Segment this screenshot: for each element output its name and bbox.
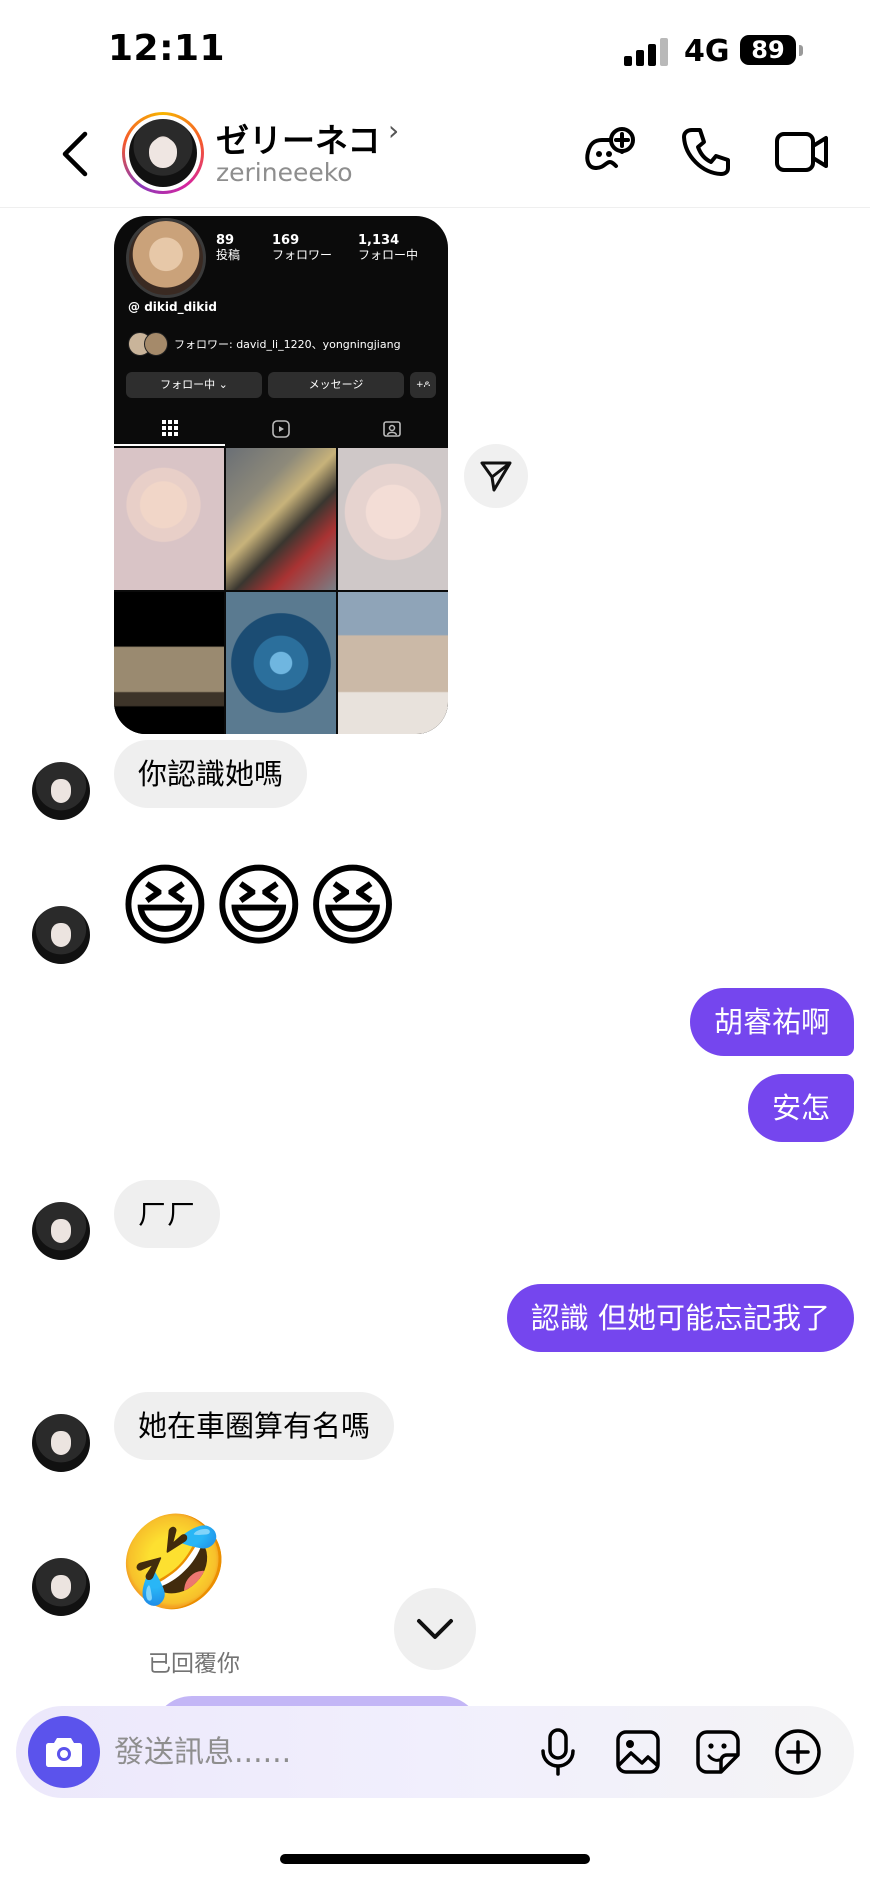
- signal-icon: [624, 36, 672, 66]
- home-indicator[interactable]: [280, 1854, 590, 1864]
- post-add-user-button: +ዶ: [410, 372, 436, 398]
- photo-tile: [338, 448, 448, 590]
- message-input[interactable]: [114, 1728, 494, 1776]
- send-icon: [480, 461, 512, 492]
- post-followers-line: フォロワー: david_li_1220、yongningjiang: [128, 332, 401, 356]
- post-handle: @ dikid_dikid: [128, 300, 217, 314]
- grid-icon: [114, 412, 226, 446]
- photo-tile: [114, 592, 224, 734]
- image-icon: [616, 1730, 660, 1774]
- battery-tip: [799, 45, 803, 56]
- emoji-message[interactable]: 😆😆😆: [118, 852, 399, 962]
- contact-name[interactable]: ゼリーネコ: [216, 114, 380, 162]
- chat-header: ゼリーネコ › zerineeeko: [0, 100, 870, 208]
- avatar: [129, 119, 197, 187]
- sticker-icon: [696, 1730, 740, 1774]
- avatar[interactable]: [32, 906, 90, 964]
- contact-avatar[interactable]: [122, 112, 204, 194]
- avatar[interactable]: [32, 1414, 90, 1472]
- video-camera-icon: [775, 132, 828, 172]
- post-stat-posts: 89 投稿: [216, 233, 241, 263]
- post-follow-button: フォロー中 ⌄: [126, 372, 262, 398]
- gamepad-plus-icon: [585, 127, 635, 170]
- plus-circle-icon: [775, 1729, 821, 1775]
- chevron-right-icon: ›: [388, 114, 400, 147]
- message-bubble[interactable]: ㄏㄏ: [114, 1180, 221, 1248]
- share-button[interactable]: [464, 444, 528, 508]
- emoji-message[interactable]: 🤣: [118, 1508, 230, 1618]
- status-bar: 12:11 4G 89: [0, 0, 870, 100]
- photo-tile: [338, 592, 448, 734]
- microphone-icon: [541, 1728, 575, 1776]
- tagged-icon: [337, 412, 448, 446]
- battery-icon: 89: [740, 35, 796, 65]
- message-bubble[interactable]: 胡睿祐啊: [689, 988, 854, 1056]
- post-profile-avatar: [126, 218, 206, 298]
- chevron-left-icon: [62, 131, 88, 177]
- chevron-down-icon: [417, 1619, 453, 1639]
- post-tabs: [114, 412, 448, 446]
- camera-button[interactable]: [28, 1716, 100, 1788]
- post-stat-followers: 169 フォロワー: [272, 233, 333, 263]
- avatar[interactable]: [32, 762, 90, 820]
- replied-label: 已回覆你: [148, 1651, 240, 1677]
- scroll-to-bottom-button[interactable]: [394, 1588, 476, 1670]
- photo-tile: [226, 448, 336, 590]
- message-composer: [16, 1706, 854, 1798]
- voice-message-button[interactable]: [528, 1722, 588, 1782]
- avatar[interactable]: [32, 1558, 90, 1616]
- network-label: 4G: [684, 34, 730, 69]
- video-call-button[interactable]: [772, 122, 832, 182]
- voice-call-button[interactable]: [676, 122, 736, 182]
- avatar[interactable]: [32, 1202, 90, 1260]
- message-bubble[interactable]: 認識 但她可能忘記我了: [506, 1284, 854, 1352]
- contact-handle: zerineeeko: [216, 158, 353, 187]
- reels-icon: [225, 412, 336, 446]
- threads-icon: @: [128, 300, 145, 314]
- post-message-button: メッセージ: [268, 372, 404, 398]
- games-button[interactable]: [580, 122, 640, 182]
- photo-tile: [114, 448, 224, 590]
- status-time: 12:11: [108, 28, 226, 69]
- camera-icon: [46, 1738, 82, 1767]
- post-stat-following: 1,134 フォロー中: [358, 233, 419, 263]
- post-photo-grid: [114, 448, 448, 734]
- photo-tile: [226, 592, 336, 734]
- message-bubble[interactable]: 安怎: [747, 1074, 854, 1142]
- message-bubble[interactable]: 她在車圈算有名嗎: [114, 1392, 395, 1460]
- avatar: [144, 332, 168, 356]
- sticker-button[interactable]: [688, 1722, 748, 1782]
- shared-profile-post[interactable]: 89 投稿 169 フォロワー 1,134 フォロー中 @ dikid_dikid フ…: [114, 216, 448, 734]
- more-options-button[interactable]: [768, 1722, 828, 1782]
- gallery-button[interactable]: [608, 1722, 668, 1782]
- message-bubble[interactable]: 你認識她嗎: [114, 740, 308, 808]
- back-button[interactable]: [52, 126, 96, 182]
- phone-icon: [682, 128, 730, 176]
